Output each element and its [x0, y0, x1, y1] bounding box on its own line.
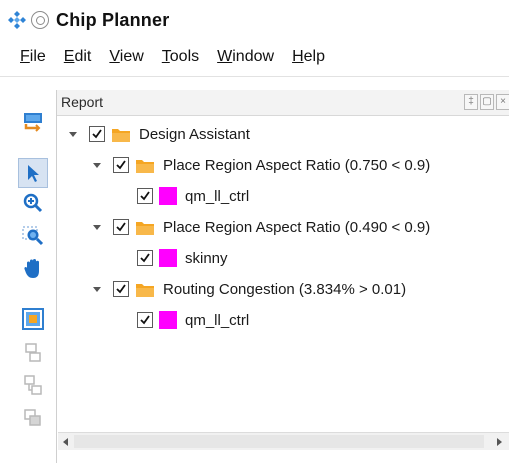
tree-node-aspect-ratio-2[interactable]: Place Region Aspect Ratio (0.490 < 0.9)	[91, 215, 430, 239]
tree-node-design-assistant[interactable]: Design Assistant	[67, 122, 250, 146]
tree-leaf-qm-ll-ctrl[interactable]: qm_ll_ctrl	[137, 184, 249, 208]
disabled-tool-icon	[25, 343, 41, 362]
panel-window-buttons: ‡ ▢ ×	[464, 94, 509, 110]
zoom-area-icon	[22, 226, 44, 246]
title-bar: Chip Planner	[0, 0, 509, 40]
menu-file[interactable]: File	[20, 48, 46, 66]
zoom-in-tool-button[interactable]	[18, 188, 48, 218]
tree-checkbox[interactable]	[89, 126, 105, 142]
disabled-tool-icon	[24, 375, 42, 395]
tree-checkbox[interactable]	[137, 250, 153, 266]
floorplan-icon	[24, 113, 42, 132]
scroll-right-icon[interactable]	[493, 436, 505, 448]
chevron-down-icon[interactable]	[91, 283, 103, 295]
tree-checkbox[interactable]	[137, 312, 153, 328]
folder-icon	[136, 221, 154, 235]
menu-window[interactable]: Window	[217, 48, 274, 66]
check-icon	[116, 160, 126, 170]
disabled-tool-icon	[24, 409, 41, 426]
restore-icon[interactable]: ▢	[480, 94, 494, 110]
chevron-down-icon[interactable]	[91, 221, 103, 233]
hand-tool-button[interactable]	[18, 254, 48, 284]
menu-bar: File Edit View Tools Window Help	[0, 40, 509, 74]
floorplan-tool-button[interactable]	[18, 106, 48, 136]
app-logo-icon	[8, 11, 26, 29]
tree-leaf-skinny[interactable]: skinny	[137, 246, 228, 270]
scrollbar-thumb[interactable]	[74, 435, 484, 448]
magenta-swatch-icon	[159, 249, 177, 267]
window-menu-icon[interactable]	[31, 11, 49, 29]
tree-checkbox[interactable]	[113, 219, 129, 235]
check-icon	[140, 191, 150, 201]
tree-node-label: Place Region Aspect Ratio (0.750 < 0.9)	[163, 156, 431, 174]
tree-node-label: Place Region Aspect Ratio (0.490 < 0.9)	[163, 218, 431, 236]
window-title: Chip Planner	[56, 10, 170, 30]
check-icon	[116, 222, 126, 232]
menu-divider	[0, 76, 509, 77]
folder-icon	[136, 159, 154, 173]
region-tool-icon	[22, 308, 44, 330]
check-icon	[116, 284, 126, 294]
menu-edit[interactable]: Edit	[64, 48, 92, 66]
check-icon	[140, 315, 150, 325]
tree-leaf-qm-ll-ctrl-2[interactable]: qm_ll_ctrl	[137, 308, 249, 332]
folder-icon	[112, 128, 130, 142]
tree-node-routing-congestion[interactable]: Routing Congestion (3.834% > 0.01)	[91, 277, 406, 301]
tree-checkbox[interactable]	[113, 157, 129, 173]
tree-checkbox[interactable]	[137, 188, 153, 204]
tree-node-label: Routing Congestion (3.834% > 0.01)	[163, 280, 407, 298]
chevron-down-icon[interactable]	[91, 159, 103, 171]
chevron-down-icon[interactable]	[67, 128, 79, 140]
selection-tool-icon	[28, 165, 39, 182]
disabled-tool-button-1[interactable]	[18, 338, 48, 368]
tree-leaf-label: qm_ll_ctrl	[185, 311, 250, 329]
magenta-swatch-icon	[159, 187, 177, 205]
tree-leaf-label: skinny	[185, 249, 228, 267]
disabled-tool-button-2[interactable]	[18, 370, 48, 400]
menu-view[interactable]: View	[109, 48, 143, 66]
tree-checkbox[interactable]	[113, 281, 129, 297]
disabled-tool-button-3[interactable]	[18, 403, 48, 433]
selection-tool-button[interactable]	[18, 158, 48, 188]
check-icon	[140, 253, 150, 263]
close-icon[interactable]: ×	[496, 94, 509, 110]
pin-icon[interactable]: ‡	[464, 94, 478, 110]
zoom-in-icon	[23, 193, 43, 213]
hand-tool-icon	[24, 259, 39, 278]
tree-node-aspect-ratio-1[interactable]: Place Region Aspect Ratio (0.750 < 0.9)	[91, 153, 430, 177]
report-panel: Report ‡ ▢ × Design Assistant Place Regi…	[56, 90, 509, 463]
left-toolbar	[14, 100, 50, 450]
magenta-swatch-icon	[159, 311, 177, 329]
report-panel-header: Report ‡ ▢ ×	[57, 90, 509, 116]
zoom-area-tool-button[interactable]	[18, 221, 48, 251]
menu-help[interactable]: Help	[292, 48, 325, 66]
folder-icon	[136, 283, 154, 297]
region-tool-button[interactable]	[18, 304, 48, 334]
menu-tools[interactable]: Tools	[162, 48, 199, 66]
panel-title: Report	[61, 94, 104, 110]
tree-leaf-label: qm_ll_ctrl	[185, 187, 250, 205]
scroll-left-icon[interactable]	[60, 436, 72, 448]
tree-node-label: Design Assistant	[139, 125, 250, 143]
horizontal-scrollbar[interactable]	[58, 432, 509, 450]
check-icon	[92, 129, 102, 139]
